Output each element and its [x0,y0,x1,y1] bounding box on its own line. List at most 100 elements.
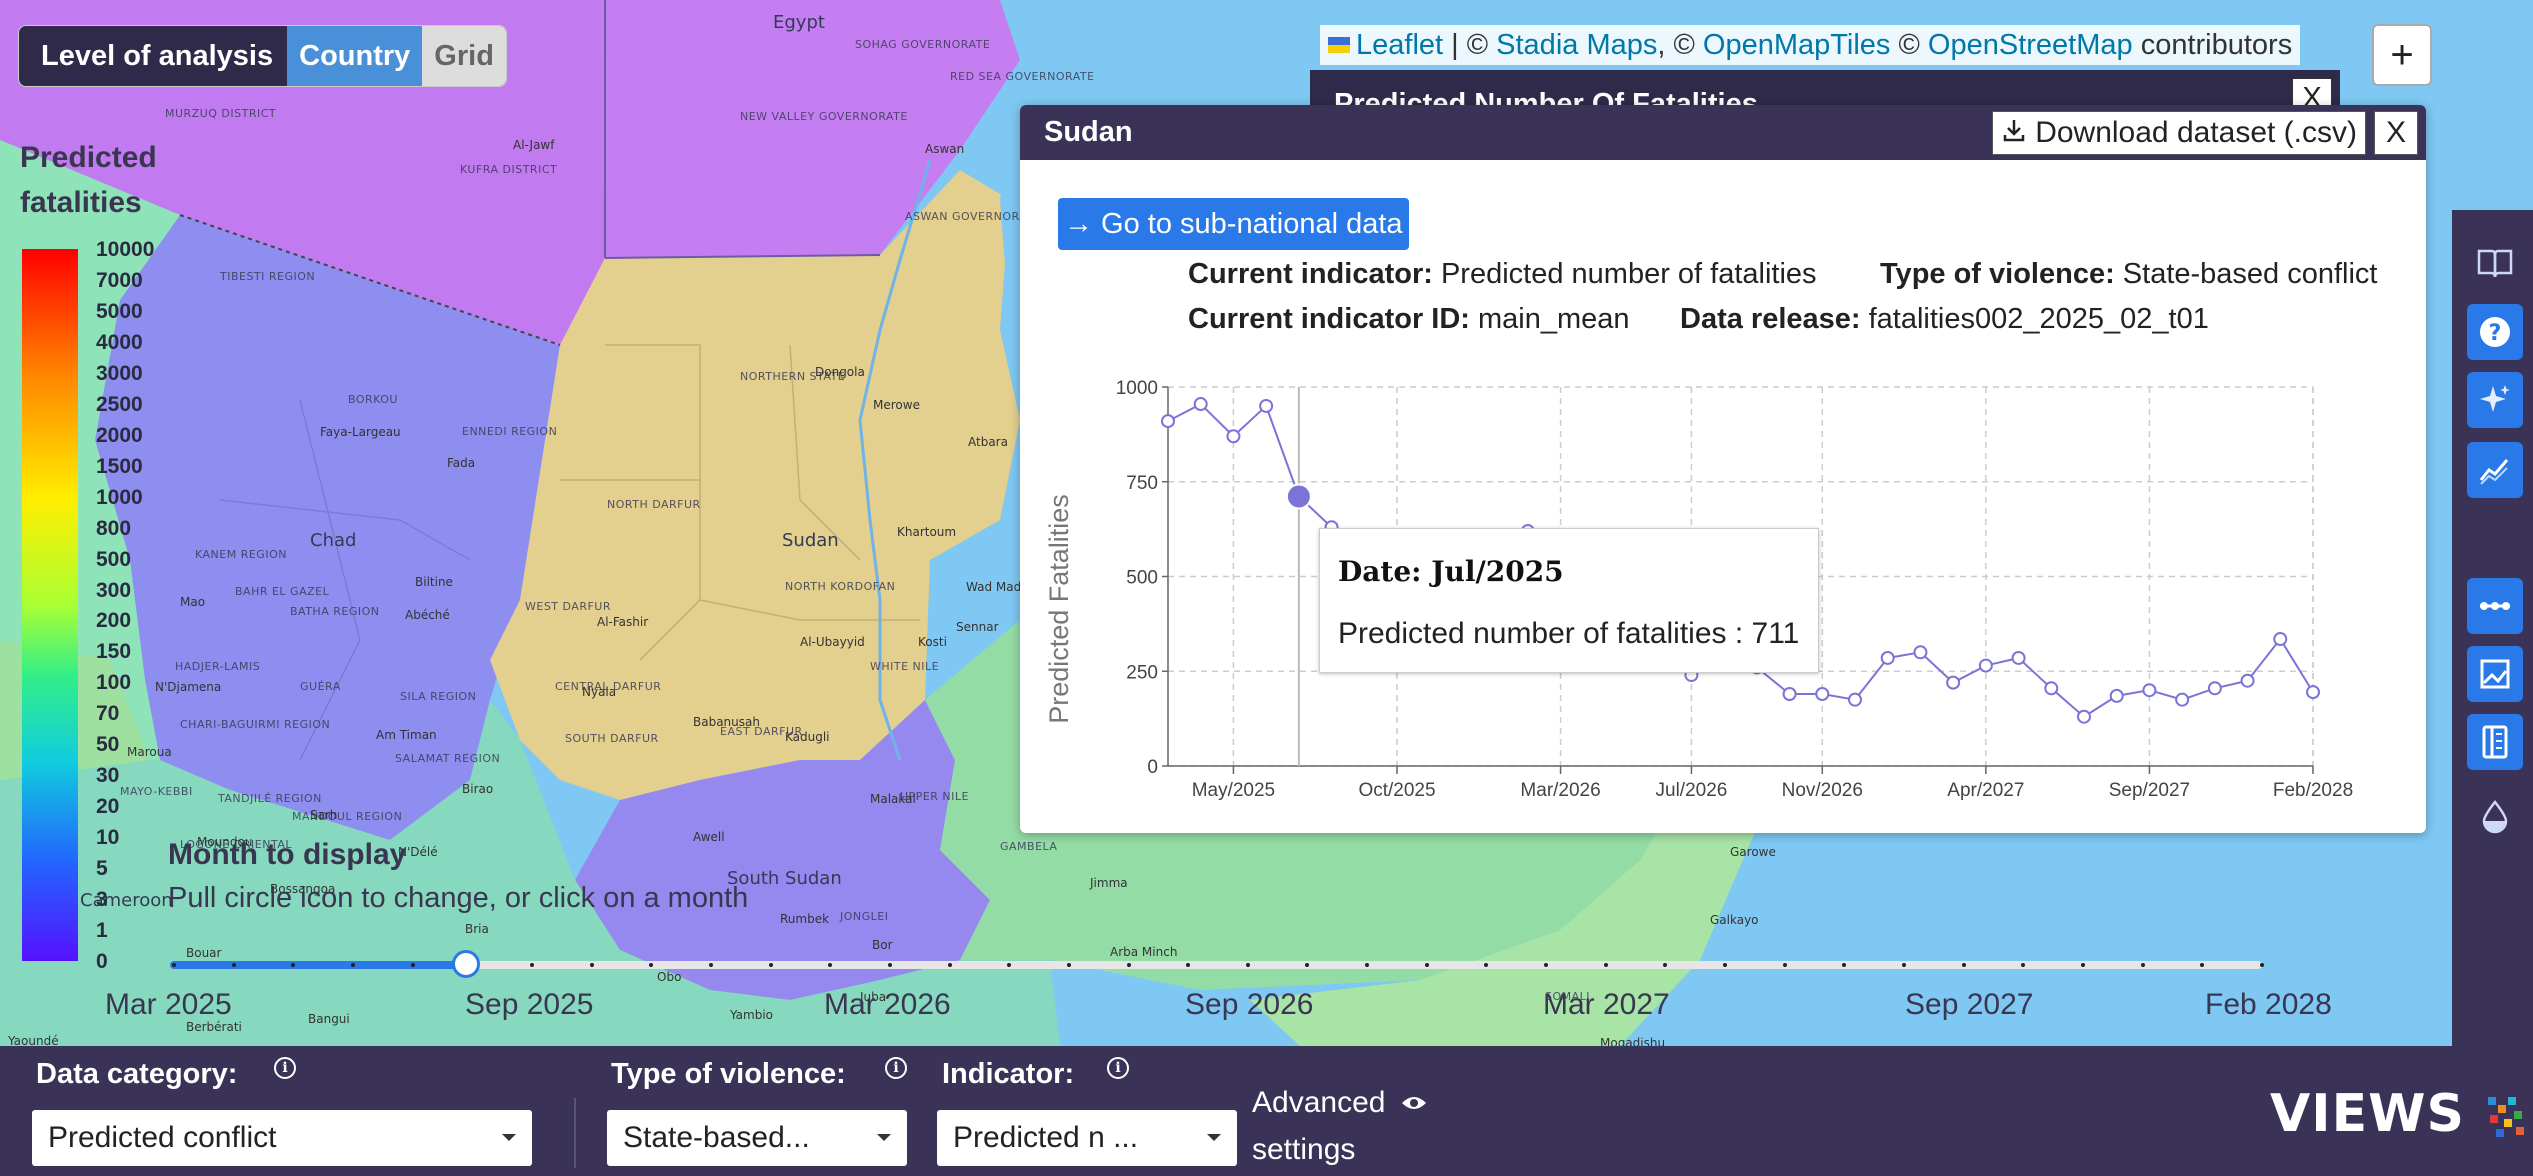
chevron-down-icon [502,1134,516,1141]
month-slider-tick[interactable] [172,963,176,967]
chart-data-point[interactable] [1193,397,1208,412]
month-slider-label[interactable]: Mar 2025 [105,988,232,1022]
month-slider-label[interactable]: Mar 2026 [824,988,951,1022]
map-label-region: SOHAG GOVERNORATE [855,38,991,51]
chart-data-point[interactable] [2142,683,2157,698]
month-slider-thumb[interactable] [452,950,480,978]
openstreetmap-link[interactable]: OpenStreetMap [1928,29,2133,62]
month-slider-label[interactable]: Sep 2026 [1185,988,1313,1022]
image-icon[interactable] [2467,646,2523,702]
panel-icon[interactable] [2467,714,2523,770]
timeline-icon[interactable] [2467,578,2523,634]
month-slider-tick[interactable] [768,963,773,967]
map-city: Mao [180,595,206,609]
help-icon[interactable]: ? [2467,304,2523,360]
month-slider-tick[interactable] [1782,963,1787,967]
month-slider-label[interactable]: Sep 2025 [465,988,593,1022]
month-slider-tick[interactable] [529,963,534,967]
chart-data-point[interactable] [1815,686,1830,701]
legend-color-bar [22,249,78,961]
chart-data-point-active[interactable] [1285,483,1312,510]
chart-y-tick-label: 500 [1126,568,1158,589]
month-slider-tick[interactable] [887,963,892,967]
month-slider-tick[interactable] [2260,963,2264,967]
chart-data-point[interactable] [2011,650,2026,665]
legend-title: Predicted fatalities [20,135,157,225]
violence-type-select-value: State-based... [623,1121,810,1154]
chart-data-point[interactable] [2306,685,2320,700]
chart-data-point[interactable] [1978,658,1993,673]
chart-data-point[interactable] [1913,645,1928,660]
month-slider-tick[interactable] [1424,963,1429,967]
chart-data-point[interactable] [2240,673,2255,688]
chart-data-point[interactable] [1259,398,1274,413]
legend-tick-label: 5 [96,857,108,881]
month-slider-tick[interactable] [708,963,713,967]
month-slider-label[interactable]: Mar 2027 [1543,988,1670,1022]
chart-data-point[interactable] [2077,709,2091,724]
chart-tooltip: Date: Jul/2025 Predicted number of fatal… [1319,528,1819,673]
chart-data-point[interactable] [1782,686,1797,701]
chart-data-point[interactable] [1226,429,1241,444]
map-city: Bangui [308,1012,350,1026]
level-grid-button[interactable]: Grid [422,26,506,86]
openmaptiles-link[interactable]: OpenMapTiles [1703,29,1891,62]
month-slider-track[interactable] [170,961,2262,969]
indicator-select-value: Predicted n ... [953,1121,1139,1154]
month-slider-tick[interactable] [589,963,594,967]
month-slider-tick[interactable] [1066,963,1071,967]
violence-type-info-icon[interactable]: i [885,1057,907,1079]
chart-data-point[interactable] [2044,681,2059,696]
legend-tick-label: 150 [96,640,132,664]
month-slider-tick[interactable] [2140,963,2145,967]
chart-data-point[interactable] [2109,688,2124,703]
line-chart-icon[interactable] [2467,442,2523,498]
legend-tick-label: 3 [96,888,108,912]
chart-data-point[interactable] [2207,681,2222,696]
chart-data-point[interactable] [2273,632,2288,647]
level-country-button[interactable]: Country [287,26,423,86]
data-category-select[interactable]: Predicted conflict [32,1110,532,1166]
fatalities-line-chart[interactable]: Predicted Fatalities 0 250 500 750 1000 May/… [1020,105,2426,833]
map-label-region: RED SEA GOVERNORATE [950,70,1095,83]
chart-data-point[interactable] [1161,414,1175,429]
eye-icon [1400,1081,1428,1127]
zoom-in-button[interactable]: + [2372,24,2432,86]
month-slider-tick[interactable] [231,963,236,967]
advanced-settings-button[interactable]: Advanced settings [1252,1080,1428,1173]
month-slider-tick[interactable] [1603,963,1608,967]
month-slider-title: Month to display [168,838,407,871]
violence-type-select[interactable]: State-based... [607,1110,907,1166]
sparkle-icon[interactable] [2467,372,2523,428]
data-category-info-icon[interactable]: i [274,1057,296,1079]
chart-data-point[interactable] [1946,675,1961,690]
chart-data-point[interactable] [1880,650,1895,665]
book-icon[interactable] [2467,236,2523,292]
month-slider-tick[interactable] [1961,963,1966,967]
map-label-region: BAHR EL GAZEL [235,585,330,598]
map-label-region: WHITE NILE [870,660,940,673]
country-popup: Sudan Download dataset (.csv) X → Go to … [1020,105,2426,833]
chart-x-tick-label: May/2025 [1192,780,1275,801]
month-slider-tick[interactable] [1245,963,1250,967]
drop-icon[interactable] [2467,788,2523,844]
month-slider-tick[interactable] [410,963,415,967]
chart-data-point[interactable] [1848,692,1862,707]
map-label-region: NEW VALLEY GOVERNORATE [740,110,908,123]
map-city: Nyala [582,685,617,699]
map-city: Kosti [918,635,947,649]
month-slider-tick[interactable] [350,963,355,967]
map-label-region: BORKOU [348,393,398,406]
month-slider-tick[interactable] [1126,963,1131,967]
month-slider-label[interactable]: Sep 2027 [1905,988,2033,1022]
map-label-region: KUFRA DISTRICT [460,163,558,176]
indicator-select[interactable]: Predicted n ... [937,1110,1237,1166]
leaflet-link[interactable]: Leaflet [1356,29,1443,62]
stadia-link[interactable]: Stadia Maps [1496,29,1657,62]
month-slider-label[interactable]: Feb 2028 [2205,988,2332,1022]
map-city: N'Djamena [155,680,222,694]
month-slider-tick[interactable] [947,963,952,967]
indicator-info-icon[interactable]: i [1107,1057,1129,1079]
month-slider-tick[interactable] [2081,963,2086,967]
chart-data-point[interactable] [2175,692,2190,707]
